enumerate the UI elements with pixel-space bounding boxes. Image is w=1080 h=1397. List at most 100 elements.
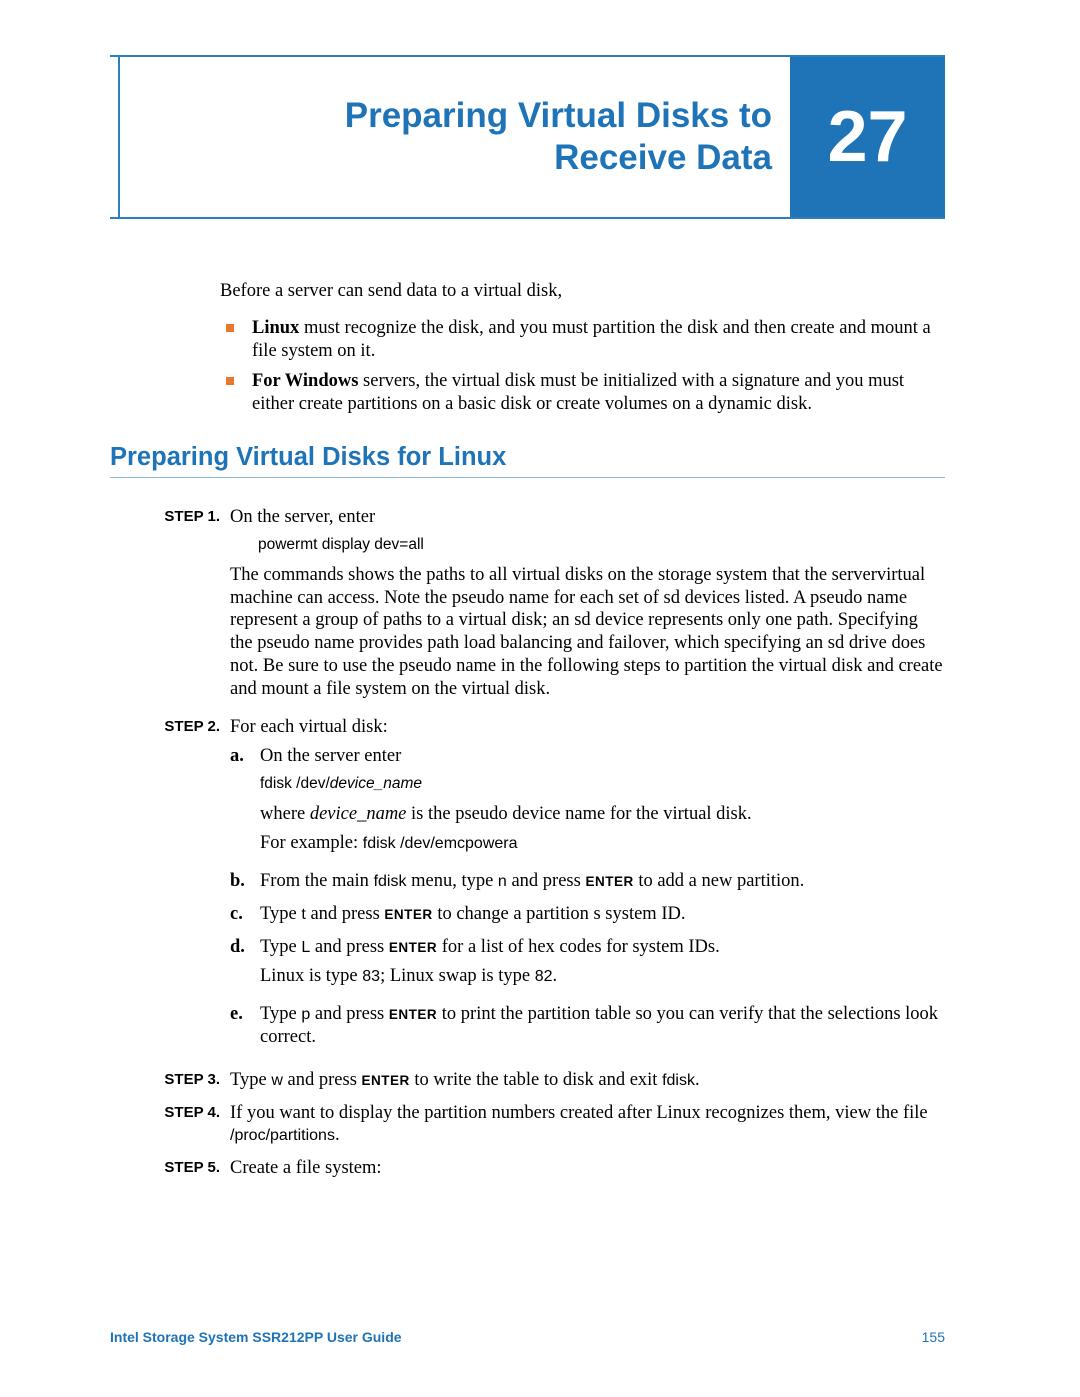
substep-d-note-end: . — [553, 966, 558, 986]
substep-e-body: Type p and press ENTER to print the part… — [260, 1003, 945, 1049]
step-3: STEP 3. Type w and press ENTER to write … — [110, 1069, 945, 1092]
substep-d: d. Type L and press ENTER for a list of … — [230, 936, 945, 994]
substep-e: e. Type p and press ENTER to print the p… — [230, 1003, 945, 1049]
substep-c-mid: and press — [306, 904, 385, 924]
substep-d-mono: L — [301, 939, 310, 956]
chapter-title-wrap: Preparing Virtual Disks to Receive Data — [120, 57, 790, 217]
substep-a-cmd-prefix: fdisk /dev/ — [260, 775, 330, 792]
substep-c: c. Type t and press ENTER to change a pa… — [230, 903, 945, 926]
step-4-body: If you want to display the partition num… — [230, 1102, 945, 1148]
step-1: STEP 1. On the server, enter powermt dis… — [110, 506, 945, 706]
step-2-body: For each virtual disk: a. On the server … — [230, 716, 945, 1059]
step-4-pre: If you want to display the partition num… — [230, 1103, 928, 1123]
bullet-linux-text: must recognize the disk, and you must pa… — [252, 318, 931, 361]
footer: Intel Storage System SSR212PP User Guide… — [110, 1329, 945, 1345]
substep-a-where-var: device_name — [310, 804, 407, 824]
substep-a-example-cmd: fdisk /dev/emcpowera — [363, 835, 518, 852]
chapter-header: Preparing Virtual Disks to Receive Data … — [110, 55, 945, 219]
substep-a: a. On the server enter fdisk /dev/device… — [230, 745, 945, 860]
step-3-mid2: to write the table to disk and exit — [410, 1070, 662, 1090]
substep-b: b. From the main fdisk menu, type n and … — [230, 870, 945, 893]
step-4-label: STEP 4. — [110, 1102, 230, 1148]
bullet-windows: For Windows servers, the virtual disk mu… — [220, 370, 945, 416]
step-1-label: STEP 1. — [110, 506, 230, 706]
substep-a-where-post: is the pseudo device name for the virtua… — [406, 804, 751, 824]
substep-c-post: to change a partition s system ID. — [433, 904, 686, 924]
substep-e-mid: and press — [310, 1004, 389, 1024]
step-3-pre: Type — [230, 1070, 271, 1090]
substep-c-pre: Type — [260, 904, 301, 924]
substep-a-example: For example: fdisk /dev/emcpowera — [260, 832, 945, 855]
step-5: STEP 5. Create a file system: — [110, 1157, 945, 1180]
step-1-paragraph: The commands shows the paths to all virt… — [230, 564, 945, 701]
substep-e-pre: Type — [260, 1004, 301, 1024]
chapter-title-line1: Preparing Virtual Disks to — [345, 96, 772, 135]
substep-e-enter: ENTER — [389, 1007, 437, 1022]
step-3-end: . — [695, 1070, 700, 1090]
step-4: STEP 4. If you want to display the parti… — [110, 1102, 945, 1148]
substep-b-mono1: fdisk — [374, 873, 407, 890]
step-1-line: On the server, enter — [230, 506, 945, 529]
page: Preparing Virtual Disks to Receive Data … — [0, 0, 1080, 1397]
substep-e-mono: p — [301, 1006, 310, 1023]
step-3-mono1: w — [271, 1072, 283, 1089]
step-2-label: STEP 2. — [110, 716, 230, 1059]
substep-b-enter: ENTER — [585, 874, 633, 889]
substep-d-post: for a list of hex codes for system IDs. — [437, 937, 720, 957]
footer-page-number: 155 — [922, 1329, 945, 1345]
substep-b-pre1: From the main — [260, 871, 374, 891]
substep-b-mono2: n — [498, 873, 507, 890]
step-2: STEP 2. For each virtual disk: a. On the… — [110, 716, 945, 1059]
chapter-title: Preparing Virtual Disks to Receive Data — [345, 95, 772, 179]
step-1-body: On the server, enter powermt display dev… — [230, 506, 945, 706]
substep-b-body: From the main fdisk menu, type n and pre… — [260, 870, 945, 893]
substep-c-label: c. — [230, 903, 260, 926]
chapter-title-line2: Receive Data — [554, 138, 772, 177]
substep-d-note-83: 83 — [362, 968, 380, 985]
substep-d-body: Type L and press ENTER for a list of hex… — [260, 936, 945, 994]
substep-a-where: where device_name is the pseudo device n… — [260, 803, 945, 826]
step-2-intro: For each virtual disk: — [230, 716, 945, 739]
bullet-linux: Linux must recognize the disk, and you m… — [220, 317, 945, 363]
step-3-mono2: fdisk — [662, 1072, 695, 1089]
step-3-label: STEP 3. — [110, 1069, 230, 1092]
step-4-mono: /proc/partitions — [230, 1127, 335, 1144]
step-3-mid: and press — [283, 1070, 362, 1090]
footer-guide-title: Intel Storage System SSR212PP User Guide — [110, 1329, 402, 1345]
substep-a-body: On the server enter fdisk /dev/device_na… — [260, 745, 945, 860]
bullet-linux-bold: Linux — [252, 318, 299, 338]
step-5-label: STEP 5. — [110, 1157, 230, 1180]
step-3-enter: ENTER — [362, 1073, 410, 1088]
step-1-command: powermt display dev=all — [258, 535, 945, 554]
substep-b-post: to add a new partition. — [634, 871, 805, 891]
substep-c-body: Type t and press ENTER to change a parti… — [260, 903, 945, 926]
step-4-end: . — [335, 1125, 340, 1145]
substep-a-cmd: fdisk /dev/device_name — [260, 774, 945, 793]
intro-bullets: Linux must recognize the disk, and you m… — [220, 317, 945, 416]
steps: STEP 1. On the server, enter powermt dis… — [110, 506, 945, 1180]
substep-d-pre: Type — [260, 937, 301, 957]
substep-d-note-pre: Linux is type — [260, 966, 362, 986]
substep-b-label: b. — [230, 870, 260, 893]
intro-paragraph: Before a server can send data to a virtu… — [220, 280, 945, 303]
bullet-windows-bold: For Windows — [252, 371, 358, 391]
body: Before a server can send data to a virtu… — [110, 280, 945, 1190]
step-5-body: Create a file system: — [230, 1157, 945, 1180]
substep-e-label: e. — [230, 1003, 260, 1049]
chapter-number-box: 27 — [790, 57, 945, 217]
substep-a-example-pre: For example: — [260, 833, 363, 853]
substep-d-mid: and press — [310, 937, 389, 957]
substep-b-mid1: menu, type — [406, 871, 497, 891]
substep-c-enter: ENTER — [384, 907, 432, 922]
substep-a-label: a. — [230, 745, 260, 860]
section-heading: Preparing Virtual Disks for Linux — [110, 442, 945, 478]
step-3-body: Type w and press ENTER to write the tabl… — [230, 1069, 945, 1092]
substep-d-enter: ENTER — [389, 940, 437, 955]
substep-d-note-82: 82 — [535, 968, 553, 985]
substep-d-label: d. — [230, 936, 260, 994]
substep-d-note-mid: ; Linux swap is type — [380, 966, 535, 986]
substep-a-where-pre: where — [260, 804, 310, 824]
step-2-substeps: a. On the server enter fdisk /dev/device… — [230, 745, 945, 1049]
substep-d-note: Linux is type 83; Linux swap is type 82. — [260, 965, 945, 988]
substep-b-mid2: and press — [507, 871, 586, 891]
